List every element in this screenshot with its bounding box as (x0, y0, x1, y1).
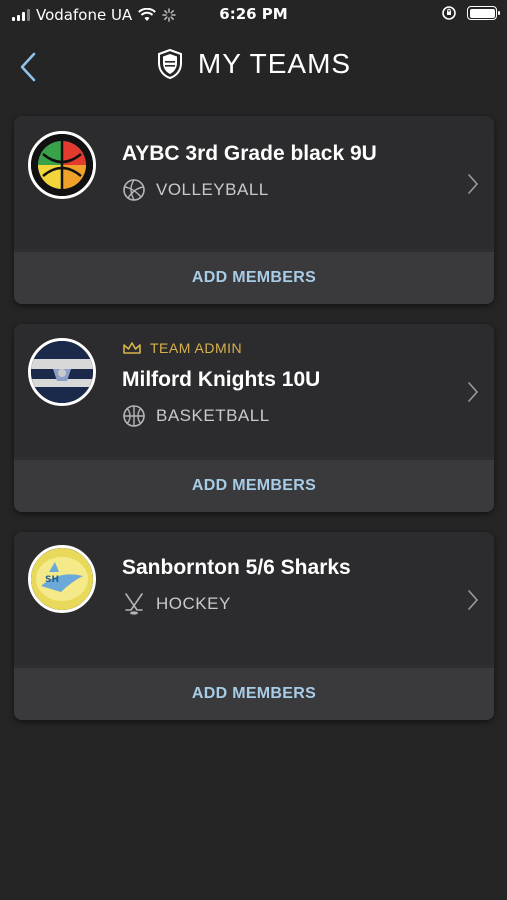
crown-icon (123, 342, 141, 354)
team-name: Milford Knights 10U (122, 368, 321, 391)
page-title: MY TEAMS (197, 48, 352, 79)
team-logo-milford (28, 338, 96, 406)
basketball-icon (123, 405, 145, 427)
sport-label: BASKETBALL (156, 406, 270, 425)
chevron-right-icon (468, 382, 479, 402)
chevron-right-icon (468, 590, 479, 610)
team-card-milford[interactable]: TEAM ADMIN Milford Knights 10U BASKETBAL… (14, 324, 494, 512)
team-name: AYBC 3rd Grade black 9U (122, 142, 377, 165)
sport-row: BASKETBALL (122, 404, 270, 428)
status-bar: Vodafone UA 6:26 PM (0, 0, 507, 30)
team-card-aybc[interactable]: AYBC 3rd Grade black 9U VOLLEYBALL ADD M… (14, 116, 494, 304)
sanbornton-logo-image: SH (31, 548, 93, 610)
svg-text:SH: SH (45, 575, 59, 585)
status-time: 6:26 PM (219, 5, 288, 23)
milford-logo-image (31, 341, 93, 403)
header: MY TEAMS (0, 40, 507, 92)
battery-icon (467, 6, 500, 20)
team-name: Sanbornton 5/6 Sharks (122, 556, 351, 579)
orientation-lock-icon (442, 6, 456, 20)
add-members-button[interactable]: ADD MEMBERS (14, 252, 494, 304)
sport-label: VOLLEYBALL (156, 180, 269, 199)
team-admin-label: TEAM ADMIN (150, 340, 243, 356)
team-admin-badge: TEAM ADMIN (122, 340, 242, 356)
add-members-button[interactable]: ADD MEMBERS (14, 668, 494, 720)
chevron-right-icon (468, 174, 479, 194)
team-card-top[interactable]: AYBC 3rd Grade black 9U VOLLEYBALL (14, 116, 494, 249)
team-card-sanbornton[interactable]: SH Sanbornton 5/6 Sharks HOCKEY ADD MEMB… (14, 532, 494, 720)
add-members-button[interactable]: ADD MEMBERS (14, 460, 494, 512)
team-logo-aybc (28, 131, 96, 199)
hockey-icon (125, 593, 143, 615)
sport-row: HOCKEY (122, 592, 231, 616)
team-logo-sanbornton: SH (28, 545, 96, 613)
aybc-logo-image (31, 134, 93, 196)
team-shield-icon (157, 48, 182, 80)
team-card-top[interactable]: SH Sanbornton 5/6 Sharks HOCKEY (14, 532, 494, 665)
team-card-top[interactable]: TEAM ADMIN Milford Knights 10U BASKETBAL… (14, 324, 494, 457)
sport-label: HOCKEY (156, 594, 231, 613)
volleyball-icon (123, 179, 145, 201)
status-right (441, 5, 500, 21)
title-wrap: MY TEAMS (0, 48, 507, 80)
sport-row: VOLLEYBALL (122, 178, 269, 202)
